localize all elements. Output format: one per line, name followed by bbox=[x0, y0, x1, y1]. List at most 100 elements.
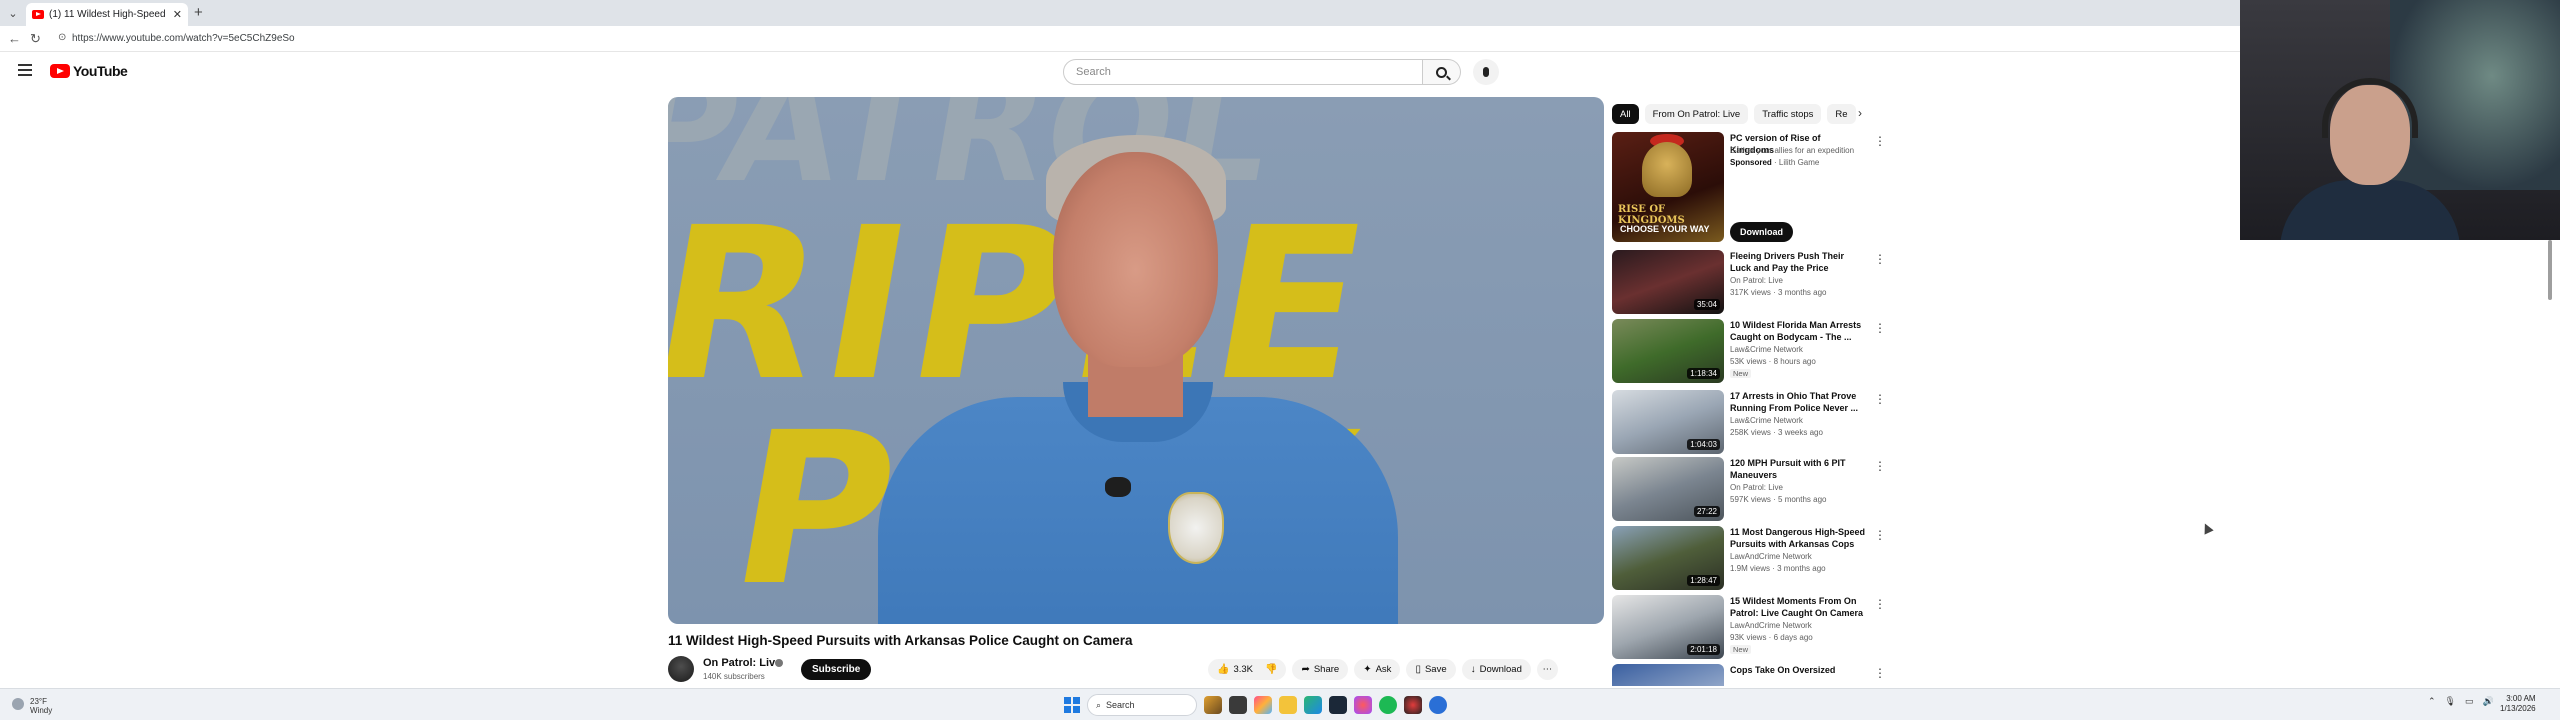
windows-start-icon[interactable] bbox=[1064, 697, 1080, 713]
search-icon: ⌕ bbox=[1096, 699, 1102, 710]
video-thumbnail[interactable] bbox=[1612, 664, 1724, 686]
widget-app-icon[interactable] bbox=[1204, 696, 1222, 714]
list-item[interactable]: 35:04 Fleeing Drivers Push Their Luck an… bbox=[1612, 250, 1886, 314]
scrollbar-thumb[interactable] bbox=[2548, 240, 2552, 300]
rec-channel[interactable]: Law&Crime Network bbox=[1730, 345, 1803, 354]
video-actions-bar: 👍 3.3K 👎 ➦ Share ✦ Ask ▯ Save ↓ Download… bbox=[1208, 659, 1558, 680]
list-item[interactable]: 1:28:47 11 Most Dangerous High-Speed Pur… bbox=[1612, 526, 1886, 590]
more-options-icon[interactable]: ⋮ bbox=[1874, 321, 1886, 335]
search-button[interactable] bbox=[1423, 59, 1461, 85]
rec-channel[interactable]: LawAndCrime Network bbox=[1730, 621, 1812, 630]
photos-app-icon[interactable] bbox=[1254, 696, 1272, 714]
chevron-up-icon[interactable]: ⌃ bbox=[2428, 696, 2436, 707]
list-item[interactable]: Cops Take On Oversized ⋮ bbox=[1612, 664, 1882, 686]
ad-download-button[interactable]: Download bbox=[1730, 222, 1793, 242]
rec-meta: 93K views · 6 days ago bbox=[1730, 633, 1813, 642]
weather-widget[interactable]: 23°F Windy bbox=[30, 697, 52, 715]
tab-list-chevron-icon[interactable]: ⌄ bbox=[4, 4, 22, 22]
thumbs-down-icon[interactable]: 👎 bbox=[1265, 664, 1277, 675]
video-thumbnail[interactable]: 1:04:03 bbox=[1612, 390, 1724, 454]
video-player[interactable]: PATROL RIPLE PLAY bbox=[668, 97, 1604, 624]
subscribe-button[interactable]: Subscribe bbox=[801, 659, 872, 680]
site-info-icon[interactable]: ⊙ bbox=[58, 32, 66, 43]
rec-channel[interactable]: Law&Crime Network bbox=[1730, 416, 1803, 425]
video-thumbnail[interactable]: 1:18:34 bbox=[1612, 319, 1724, 383]
hamburger-menu-icon[interactable] bbox=[18, 64, 32, 76]
rec-channel[interactable]: On Patrol: Live bbox=[1730, 483, 1783, 492]
webcam-overlay bbox=[2240, 0, 2560, 240]
rec-title[interactable]: Fleeing Drivers Push Their Luck and Pay … bbox=[1730, 250, 1866, 274]
video-thumbnail[interactable]: 35:04 bbox=[1612, 250, 1724, 314]
save-button[interactable]: ▯ Save bbox=[1406, 659, 1456, 680]
channel-name[interactable]: On Patrol: Live bbox=[703, 657, 781, 669]
monitor-icon[interactable]: ▭ bbox=[2465, 696, 2474, 707]
rec-meta: 317K views · 3 months ago bbox=[1730, 288, 1827, 297]
list-item[interactable]: 2:01:18 15 Wildest Moments From On Patro… bbox=[1612, 595, 1886, 659]
ask-button[interactable]: ✦ Ask bbox=[1354, 659, 1401, 680]
list-item[interactable]: 1:18:34 10 Wildest Florida Man Arrests C… bbox=[1612, 319, 1886, 383]
more-options-icon[interactable]: ⋮ bbox=[1874, 134, 1886, 148]
chip-from-channel[interactable]: From On Patrol: Live bbox=[1644, 104, 1749, 124]
rec-title[interactable]: 17 Arrests in Ohio That Prove Running Fr… bbox=[1730, 390, 1866, 414]
new-badge: New bbox=[1730, 645, 1752, 654]
rec-channel[interactable]: On Patrol: Live bbox=[1730, 276, 1783, 285]
volume-icon[interactable]: 🔊 bbox=[2483, 696, 2494, 707]
app-icon[interactable] bbox=[1429, 696, 1447, 714]
list-item[interactable]: 1:04:03 17 Arrests in Ohio That Prove Ru… bbox=[1612, 390, 1886, 454]
chip-traffic-stops[interactable]: Traffic stops bbox=[1754, 104, 1822, 124]
more-options-icon[interactable]: ⋮ bbox=[1874, 459, 1886, 473]
url-field[interactable]: https://www.youtube.com/watch?v=5eC5ChZ9… bbox=[72, 33, 295, 44]
youtube-logo[interactable]: YouTube bbox=[50, 63, 128, 79]
youtube-logo-text: YouTube bbox=[73, 63, 128, 79]
duration-badge: 1:28:47 bbox=[1687, 575, 1720, 586]
back-arrow-icon[interactable]: ← bbox=[8, 31, 21, 46]
more-options-icon[interactable]: ⋮ bbox=[1874, 528, 1886, 542]
chip-all[interactable]: All bbox=[1612, 104, 1639, 124]
share-button[interactable]: ➦ Share bbox=[1292, 659, 1349, 680]
rec-title[interactable]: 10 Wildest Florida Man Arrests Caught on… bbox=[1730, 319, 1866, 343]
chevron-right-icon[interactable]: › bbox=[1858, 106, 1862, 120]
more-options-icon[interactable]: ⋮ bbox=[1874, 252, 1886, 266]
voice-search-button[interactable] bbox=[1473, 59, 1499, 85]
more-options-icon[interactable]: ⋮ bbox=[1874, 597, 1886, 611]
rec-title[interactable]: 15 Wildest Moments From On Patrol: Live … bbox=[1730, 595, 1866, 619]
weather-wind-icon[interactable] bbox=[12, 698, 24, 710]
spotify-icon[interactable] bbox=[1379, 696, 1397, 714]
file-explorer-icon[interactable] bbox=[1279, 696, 1297, 714]
page-scrollbar[interactable] bbox=[2547, 240, 2555, 688]
weather-temp: 23°F bbox=[30, 697, 47, 706]
rec-title[interactable]: 120 MPH Pursuit with 6 PIT Maneuvers bbox=[1730, 457, 1866, 481]
microphone-icon[interactable]: 🎙 bbox=[2445, 696, 2456, 707]
download-button[interactable]: ↓ Download bbox=[1461, 659, 1531, 680]
rec-channel[interactable]: LawAndCrime Network bbox=[1730, 552, 1812, 561]
edge-browser-icon[interactable] bbox=[1304, 696, 1322, 714]
tab-close-icon[interactable]: ✕ bbox=[173, 8, 182, 21]
app-icon[interactable] bbox=[1354, 696, 1372, 714]
more-options-icon[interactable]: ⋮ bbox=[1874, 392, 1886, 406]
rec-meta: 597K views · 5 months ago bbox=[1730, 495, 1827, 504]
browser-tab-youtube[interactable]: (1) 11 Wildest High-Speed P... ✕ bbox=[26, 3, 188, 26]
sponsored-ad[interactable]: RISE OF KINGDOMS CHOOSE YOUR WAY PC vers… bbox=[1612, 132, 1886, 244]
taskbar-search[interactable]: ⌕ Search bbox=[1087, 694, 1197, 716]
reload-icon[interactable]: ↻ bbox=[30, 31, 41, 47]
helmet-graphic bbox=[1642, 142, 1692, 197]
rec-title[interactable]: Cops Take On Oversized bbox=[1730, 664, 1866, 676]
more-actions-icon[interactable]: ⋯ bbox=[1536, 659, 1558, 680]
ad-thumbnail[interactable]: RISE OF KINGDOMS CHOOSE YOUR WAY bbox=[1612, 132, 1724, 242]
chip-truncated[interactable]: Re bbox=[1827, 104, 1856, 124]
search-input[interactable]: Search bbox=[1063, 59, 1423, 85]
video-thumbnail[interactable]: 1:28:47 bbox=[1612, 526, 1724, 590]
video-thumbnail[interactable]: 27:22 bbox=[1612, 457, 1724, 521]
channel-avatar[interactable] bbox=[668, 656, 694, 682]
like-button[interactable]: 👍 3.3K 👎 bbox=[1208, 659, 1287, 680]
video-thumbnail[interactable]: 2:01:18 bbox=[1612, 595, 1724, 659]
new-badge: New bbox=[1730, 369, 1752, 378]
list-item[interactable]: 27:22 120 MPH Pursuit with 6 PIT Maneuve… bbox=[1612, 457, 1886, 521]
new-tab-plus-icon[interactable]: + bbox=[194, 4, 203, 21]
app-icon[interactable] bbox=[1404, 696, 1422, 714]
task-view-icon[interactable] bbox=[1229, 696, 1247, 714]
steam-app-icon[interactable] bbox=[1329, 696, 1347, 714]
system-clock[interactable]: 3:00 AM 1/13/2026 bbox=[2500, 694, 2536, 714]
rec-title[interactable]: 11 Most Dangerous High-Speed Pursuits wi… bbox=[1730, 526, 1866, 550]
more-options-icon[interactable]: ⋮ bbox=[1874, 666, 1882, 680]
